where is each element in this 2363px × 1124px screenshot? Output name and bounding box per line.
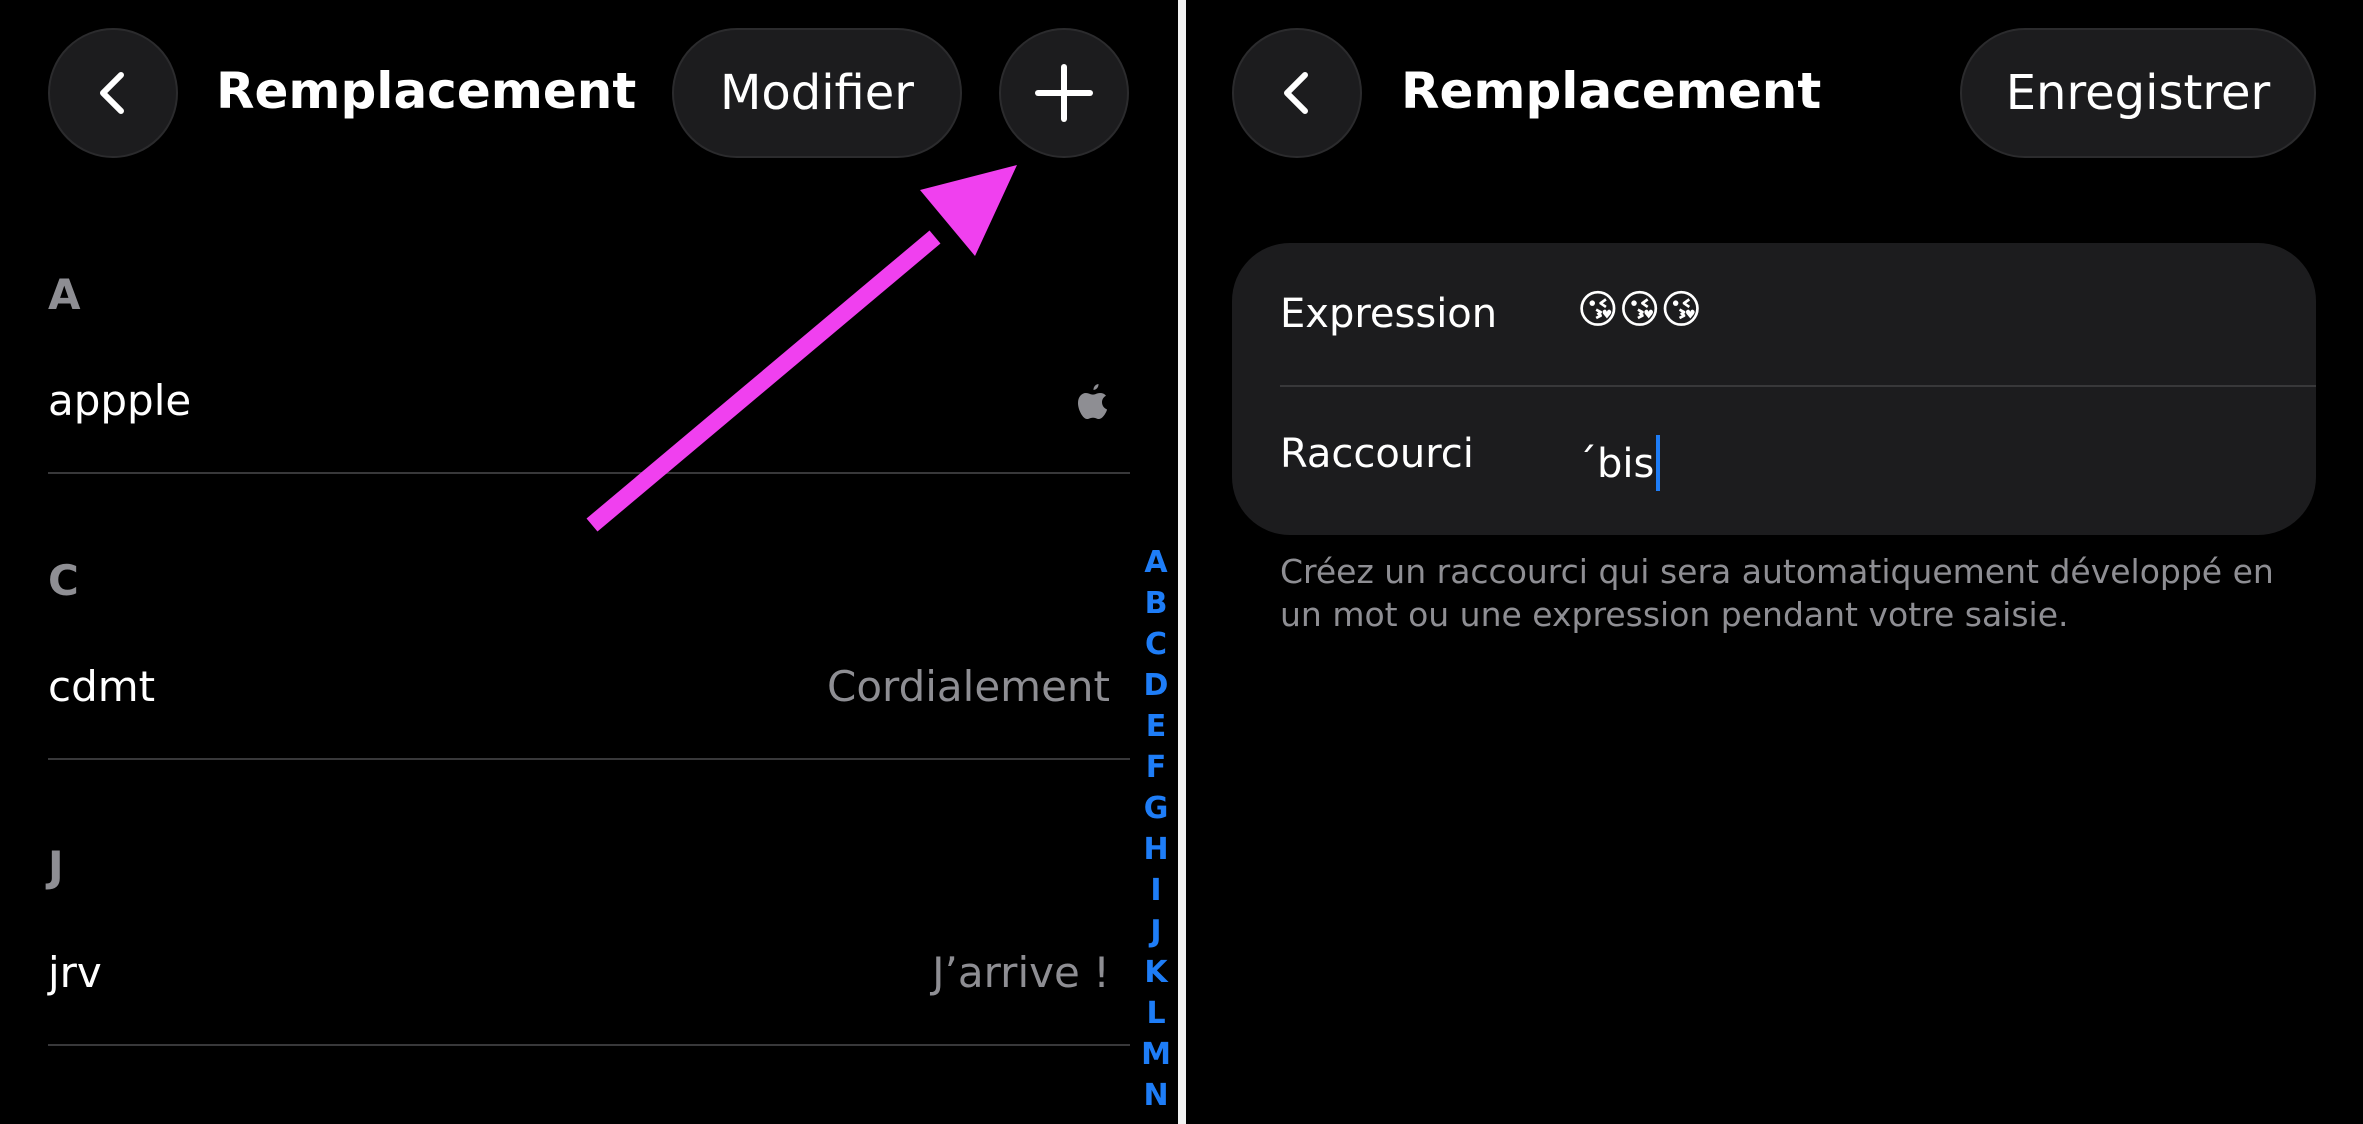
shortcut-text: ´bis [1577,441,1655,487]
field-separator [1280,385,2316,387]
footer-hint: Créez un raccourci qui sera automatiquem… [1280,552,2274,634]
text-cursor [1656,435,1661,491]
replacement-list-screen: Remplacement Modifier A appple C cdmt Co… [0,0,1178,1124]
shortcut-label: Raccourci [1280,431,1474,477]
panel-divider [1178,0,1186,1124]
save-button[interactable]: Enregistrer [1960,28,2316,158]
back-button[interactable] [1232,28,1362,158]
replacement-form-card: Expression 😘😘😘 Raccourci ´bis [1232,243,2316,535]
new-replacement-screen: Remplacement Enregistrer Expression 😘😘😘 … [1186,0,2363,1124]
page-title: Remplacement [1401,62,1822,120]
shortcut-field[interactable]: ´bis [1577,435,1661,491]
expression-field[interactable]: 😘😘😘 [1577,287,1702,333]
expression-label: Expression [1280,291,1498,337]
annotation-arrow [586,165,1017,532]
chevron-left-icon [1284,72,1308,114]
